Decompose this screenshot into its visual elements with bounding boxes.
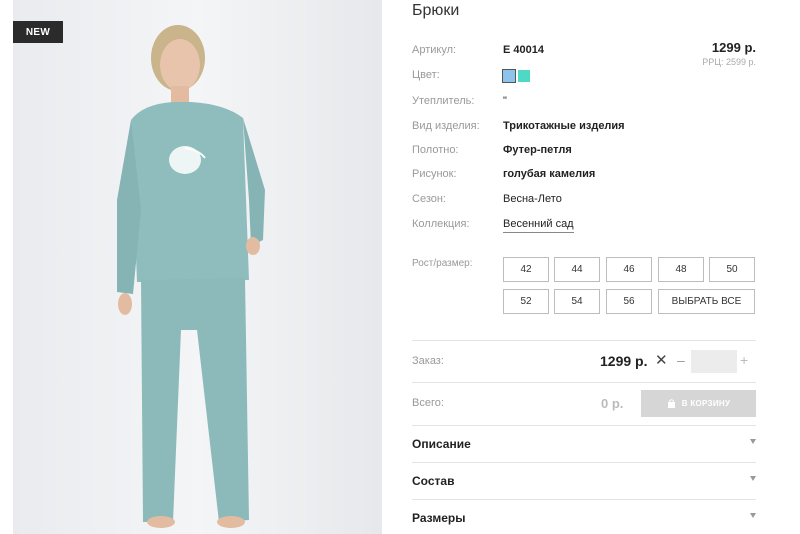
divider xyxy=(412,340,756,341)
close-icon[interactable]: ✕ xyxy=(655,351,668,369)
color-swatches xyxy=(502,69,530,83)
model-illustration xyxy=(13,0,382,534)
attr-label: Полотно: xyxy=(412,144,459,156)
attr-value: " xyxy=(503,95,507,107)
total-value: 0 р. xyxy=(601,396,624,411)
order-label: Заказ: xyxy=(412,355,444,367)
attr-label: Сезон: xyxy=(412,193,446,205)
color-swatch-turquoise[interactable] xyxy=(518,70,530,82)
size-option[interactable]: 44 xyxy=(554,257,600,282)
attr-insulation: Утеплитель: " xyxy=(412,95,756,111)
product-photo[interactable] xyxy=(13,0,382,534)
product-title: Брюки xyxy=(412,2,460,19)
attr-article: Артикул: Е 40014 xyxy=(412,44,756,60)
accordion-description[interactable]: Описание xyxy=(412,425,756,462)
size-option[interactable]: 54 xyxy=(554,289,600,314)
select-all-sizes-button[interactable]: ВЫБРАТЬ ВСЕ xyxy=(658,289,755,314)
accordion-sizes[interactable]: Размеры xyxy=(412,499,756,534)
color-swatch-light-blue[interactable] xyxy=(502,69,516,83)
attr-label: Рисунок: xyxy=(412,168,457,180)
attr-pattern: Рисунок: голубая камелия xyxy=(412,168,756,184)
accordion-title: Состав xyxy=(412,474,455,488)
quantity-input[interactable] xyxy=(691,350,737,373)
attr-value: Футер-петля xyxy=(503,144,572,156)
add-to-cart-button[interactable]: В КОРЗИНУ xyxy=(641,390,756,417)
quantity-increment-button[interactable]: + xyxy=(740,352,748,368)
accordion-title: Описание xyxy=(412,437,471,451)
total-label: Всего: xyxy=(412,397,444,409)
collection-link[interactable]: Весенний сад xyxy=(503,218,574,233)
attr-color: Цвет: xyxy=(412,69,756,85)
size-option[interactable]: 46 xyxy=(606,257,652,282)
accordion-composition[interactable]: Состав xyxy=(412,462,756,499)
size-option[interactable]: 48 xyxy=(658,257,704,282)
accordion-title: Размеры xyxy=(412,511,466,525)
quantity-decrement-button[interactable]: – xyxy=(677,352,685,368)
sizes-label: Рост/размер: xyxy=(412,258,473,269)
attr-value: Трикотажные изделия xyxy=(503,120,625,132)
size-option[interactable]: 52 xyxy=(503,289,549,314)
attr-collection: Коллекция: Весенний сад xyxy=(412,218,756,234)
attr-label: Утеплитель: xyxy=(412,95,475,107)
attr-season: Сезон: Весна-Лето xyxy=(412,193,756,209)
attr-item-type: Вид изделия: Трикотажные изделия xyxy=(412,120,756,136)
chevron-down-icon xyxy=(750,513,756,518)
attr-value: Е 40014 xyxy=(503,44,544,56)
add-to-cart-label: В КОРЗИНУ xyxy=(681,399,731,408)
attr-fabric: Полотно: Футер-петля xyxy=(412,144,756,160)
chevron-down-icon xyxy=(750,439,756,444)
attr-label: Вид изделия: xyxy=(412,120,480,132)
size-option[interactable]: 50 xyxy=(709,257,755,282)
size-option[interactable]: 56 xyxy=(606,289,652,314)
divider xyxy=(412,382,756,383)
attr-label: Цвет: xyxy=(412,69,440,81)
order-price: 1299 р. xyxy=(600,353,648,369)
bag-icon xyxy=(667,399,675,408)
chevron-down-icon xyxy=(750,476,756,481)
size-option[interactable]: 42 xyxy=(503,257,549,282)
new-badge: NEW xyxy=(13,21,63,43)
attr-value: голубая камелия xyxy=(503,168,596,180)
attr-label: Артикул: xyxy=(412,44,457,56)
attr-label: Коллекция: xyxy=(412,218,470,230)
attr-value: Весна-Лето xyxy=(503,193,562,205)
